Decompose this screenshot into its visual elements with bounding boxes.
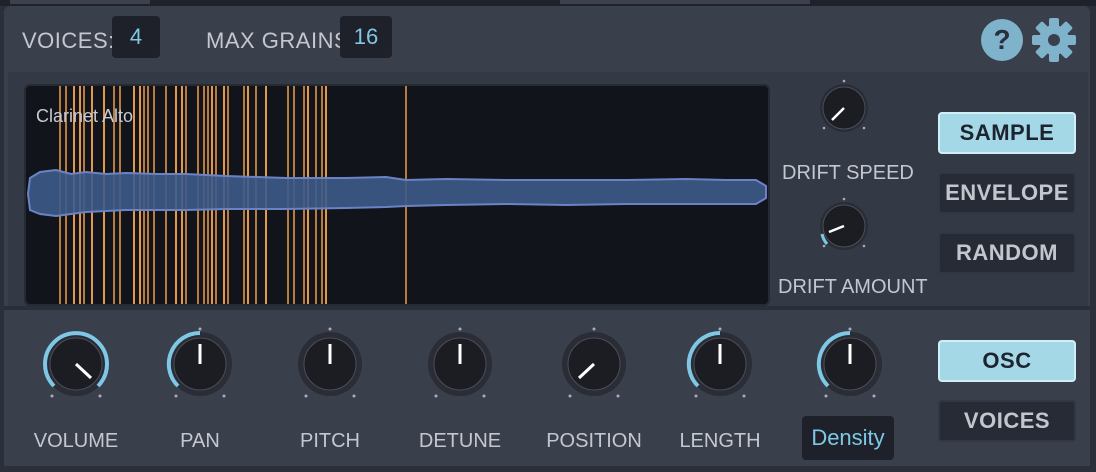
voices-value[interactable]: 4 bbox=[112, 16, 160, 58]
osc-tab-button[interactable]: OSC bbox=[938, 340, 1076, 382]
drift-speed-label: DRIFT SPEED bbox=[782, 162, 914, 184]
sample-section: Clarinet Alto DRIFT SPEED DRIFT AMOUNT S… bbox=[8, 72, 1088, 310]
max-grains-value[interactable]: 16 bbox=[340, 16, 392, 58]
volume-label: VOLUME bbox=[33, 430, 119, 452]
random-mode-button[interactable]: RANDOM bbox=[938, 232, 1076, 274]
sample-name: Clarinet Alto bbox=[36, 106, 134, 126]
drift-speed-knob[interactable] bbox=[814, 78, 874, 138]
pitch-label: PITCH bbox=[300, 430, 360, 452]
waveform-graphic bbox=[26, 86, 767, 304]
volume-knob[interactable] bbox=[38, 326, 114, 402]
detune-knob[interactable] bbox=[422, 326, 498, 402]
voices-label: VOICES: bbox=[22, 28, 115, 53]
synth-panel: VOICES: 4 MAX GRAINS: 16 ? Clarinet Alto… bbox=[4, 6, 1090, 466]
pan-knob[interactable] bbox=[162, 326, 238, 402]
length-label: LENGTH bbox=[679, 430, 761, 452]
max-grains-label: MAX GRAINS: bbox=[206, 28, 356, 53]
drift-amount-label: DRIFT AMOUNT bbox=[778, 276, 928, 298]
pan-label: PAN bbox=[180, 430, 220, 452]
position-knob[interactable] bbox=[556, 326, 632, 402]
position-label: POSITION bbox=[546, 430, 642, 452]
top-tab bbox=[10, 0, 150, 4]
density-label[interactable]: Density bbox=[802, 416, 894, 460]
question-icon[interactable]: ? bbox=[980, 18, 1024, 62]
density-knob[interactable] bbox=[812, 326, 888, 402]
envelope-mode-button[interactable]: ENVELOPE bbox=[938, 172, 1076, 214]
header-bar: VOICES: 4 MAX GRAINS: 16 ? bbox=[4, 6, 1090, 68]
voices-tab-button[interactable]: VOICES bbox=[938, 400, 1076, 442]
svg-text:?: ? bbox=[993, 24, 1010, 55]
pitch-knob[interactable] bbox=[292, 326, 368, 402]
gear-icon[interactable] bbox=[1030, 16, 1078, 64]
length-knob[interactable] bbox=[682, 326, 758, 402]
detune-label: DETUNE bbox=[418, 430, 502, 452]
waveform-shape bbox=[26, 168, 767, 218]
drift-amount-knob[interactable] bbox=[814, 196, 874, 256]
waveform-display[interactable]: Clarinet Alto bbox=[24, 84, 770, 306]
sample-mode-button[interactable]: SAMPLE bbox=[938, 112, 1076, 154]
oscillator-section: VOLUME PAN PITCH DETUNE POSITION LENGTH … bbox=[4, 310, 1090, 466]
top-tab bbox=[560, 0, 810, 4]
